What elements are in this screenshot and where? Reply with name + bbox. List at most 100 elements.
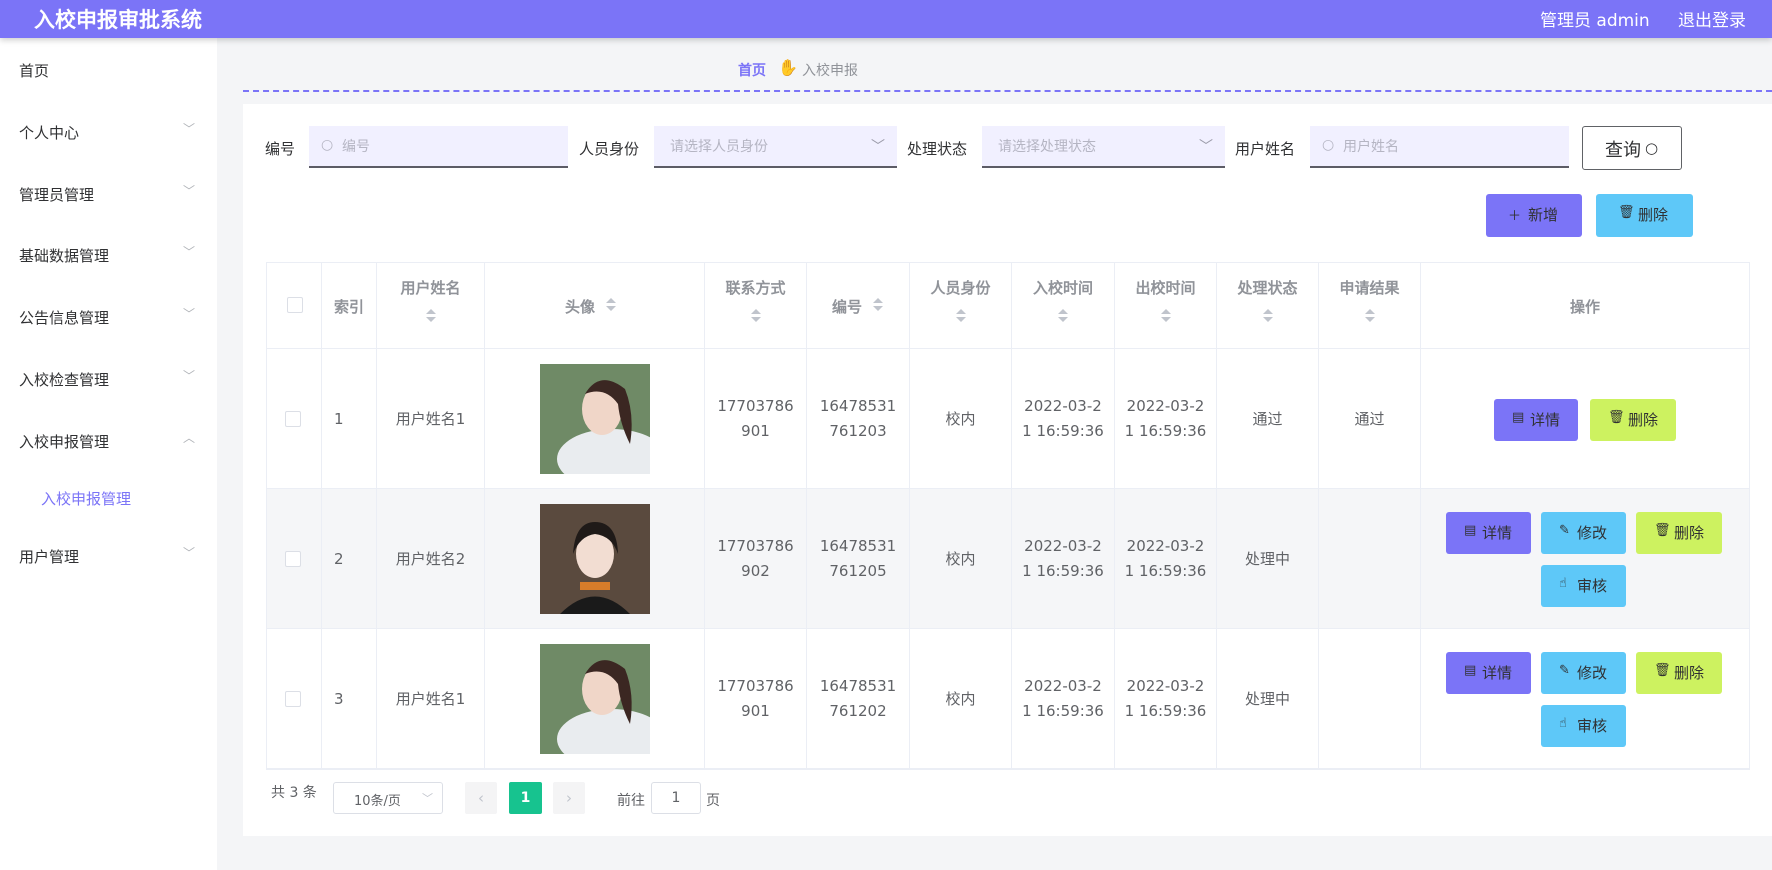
detail-button[interactable]: ▤ 详情: [1446, 512, 1531, 554]
document-icon: ▤: [1464, 523, 1477, 538]
row-phone-line2: 901: [741, 422, 770, 440]
chevron-down-icon: ﹀: [183, 546, 196, 560]
query-button[interactable]: 查询 ○: [1582, 126, 1682, 170]
status-select[interactable]: 请选择处理状态 ﹀: [982, 126, 1225, 168]
header-status-label: 处理状态: [1237, 279, 1298, 297]
username-search-input[interactable]: ○ 用户姓名: [1310, 126, 1569, 168]
sort-icon[interactable]: [606, 298, 616, 312]
row-checkbox[interactable]: [285, 691, 301, 707]
sort-icon[interactable]: [1263, 309, 1273, 323]
edit-button[interactable]: ✎ 修改: [1541, 652, 1626, 694]
sort-icon[interactable]: [751, 309, 761, 323]
sidebar-item-home[interactable]: 首页: [0, 56, 217, 86]
detail-button[interactable]: ▤ 详情: [1494, 399, 1578, 441]
page-size-select[interactable]: 10条/页 ﹀: [333, 782, 443, 814]
delete-selected-button[interactable]: 🗑 删除: [1596, 194, 1693, 237]
sort-icon[interactable]: [426, 309, 436, 323]
page-size-value: 10条/页: [354, 794, 401, 809]
row-exit-time-line1: 2022-03-2: [1126, 397, 1205, 415]
row-identity: 校内: [945, 690, 976, 708]
row-checkbox[interactable]: [285, 551, 301, 567]
plus-icon: ＋: [1508, 209, 1522, 224]
row-identity: 校内: [945, 410, 976, 428]
row-code-line1: 16478531: [819, 397, 897, 415]
goto-page-input[interactable]: 1: [651, 782, 701, 814]
row-status: 通过: [1252, 410, 1283, 428]
hand-pointer-icon: ☝: [1559, 716, 1567, 731]
row-code-line2: 761202: [829, 702, 887, 720]
sidebar-item-personal-center[interactable]: 个人中心 ﹀: [0, 118, 217, 148]
sidebar-subitem-entry-declaration[interactable]: 入校申报管理: [0, 484, 217, 514]
header-identity[interactable]: 人员身份: [910, 263, 1012, 349]
chevron-down-icon: ﹀: [183, 369, 196, 383]
add-button[interactable]: ＋ 新增: [1486, 194, 1582, 237]
delete-label: 删除: [1674, 524, 1705, 542]
row-phone-line1: 17703786: [717, 397, 794, 415]
next-page-button[interactable]: ›: [553, 782, 585, 814]
row-entry-time-line1: 2022-03-2: [1024, 397, 1102, 415]
header-code[interactable]: 编号: [807, 263, 910, 349]
delete-label: 删除: [1638, 206, 1669, 224]
sidebar-item-label: 用户管理: [19, 548, 80, 566]
sidebar-item-admin-management[interactable]: 管理员管理 ﹀: [0, 180, 217, 210]
row-name: 用户姓名1: [395, 690, 466, 708]
page-1-button[interactable]: 1: [509, 782, 542, 814]
header-entry-time[interactable]: 入校时间: [1012, 263, 1115, 349]
sort-icon[interactable]: [1365, 309, 1375, 323]
sidebar-item-users[interactable]: 用户管理 ﹀: [0, 542, 217, 572]
sort-icon[interactable]: [956, 309, 966, 323]
header-exit-time[interactable]: 出校时间: [1115, 263, 1217, 349]
delete-button[interactable]: 🗑 删除: [1636, 512, 1722, 554]
search-icon: ○: [321, 137, 334, 153]
detail-label: 详情: [1482, 524, 1513, 542]
review-button[interactable]: ☝ 审核: [1541, 705, 1626, 747]
detail-label: 详情: [1530, 411, 1561, 429]
code-search-input[interactable]: ○ 编号: [309, 126, 568, 168]
pagination-total: 共 3 条: [271, 785, 317, 801]
sidebar-item-entry-check[interactable]: 入校检查管理 ﹀: [0, 365, 217, 395]
identity-select[interactable]: 请选择人员身份 ﹀: [654, 126, 897, 168]
table-row: 2 用户姓名2 17703786 902 16478531 761205 校内: [267, 489, 1749, 629]
header-phone[interactable]: 联系方式: [705, 263, 807, 349]
row-exit-time-line2: 1 16:59:36: [1124, 702, 1207, 720]
goto-suffix: 页: [706, 793, 720, 809]
row-status: 处理中: [1244, 690, 1290, 708]
sort-icon[interactable]: [1161, 309, 1171, 323]
header-identity-label: 人员身份: [930, 279, 991, 297]
header-result[interactable]: 申请结果: [1319, 263, 1421, 349]
review-button[interactable]: ☝ 审核: [1541, 565, 1626, 607]
trash-icon: 🗑: [1618, 205, 1635, 220]
header-status[interactable]: 处理状态: [1217, 263, 1319, 349]
sidebar-item-basic-data[interactable]: 基础数据管理 ﹀: [0, 241, 217, 271]
avatar: [540, 644, 650, 754]
row-phone-line2: 901: [741, 702, 770, 720]
edit-button[interactable]: ✎ 修改: [1541, 512, 1626, 554]
sort-icon[interactable]: [1058, 309, 1068, 323]
prev-page-button[interactable]: ‹: [465, 782, 497, 814]
sidebar-item-announcements[interactable]: 公告信息管理 ﹀: [0, 303, 217, 333]
row-index: 3: [334, 690, 344, 708]
detail-button[interactable]: ▤ 详情: [1446, 652, 1531, 694]
status-filter-label: 处理状态: [907, 140, 968, 158]
header-avatar[interactable]: 头像: [485, 263, 705, 349]
document-icon: ▤: [1512, 410, 1525, 425]
select-all-checkbox[interactable]: [287, 297, 303, 313]
header-name-label: 用户姓名: [400, 279, 461, 297]
logout-link[interactable]: 退出登录: [1678, 6, 1746, 31]
sort-icon[interactable]: [873, 298, 883, 312]
row-entry-time-line1: 2022-03-2: [1024, 677, 1102, 695]
delete-button[interactable]: 🗑 删除: [1590, 399, 1676, 441]
header-index-label: 索引: [333, 298, 364, 316]
row-phone-line1: 17703786: [717, 537, 794, 555]
row-phone-line1: 17703786: [717, 677, 794, 695]
header-index: 索引: [322, 263, 377, 349]
delete-button[interactable]: 🗑 删除: [1636, 652, 1722, 694]
chevron-up-icon: ︿: [183, 431, 196, 445]
sidebar-item-entry-declaration[interactable]: 入校申报管理 ︿: [0, 427, 217, 457]
breadcrumb-home[interactable]: 首页: [738, 60, 766, 80]
header-name[interactable]: 用户姓名: [377, 263, 485, 349]
row-name: 用户姓名1: [395, 410, 466, 428]
row-checkbox[interactable]: [285, 411, 301, 427]
edit-label: 修改: [1577, 664, 1608, 682]
header-entry-time-label: 入校时间: [1032, 279, 1093, 297]
